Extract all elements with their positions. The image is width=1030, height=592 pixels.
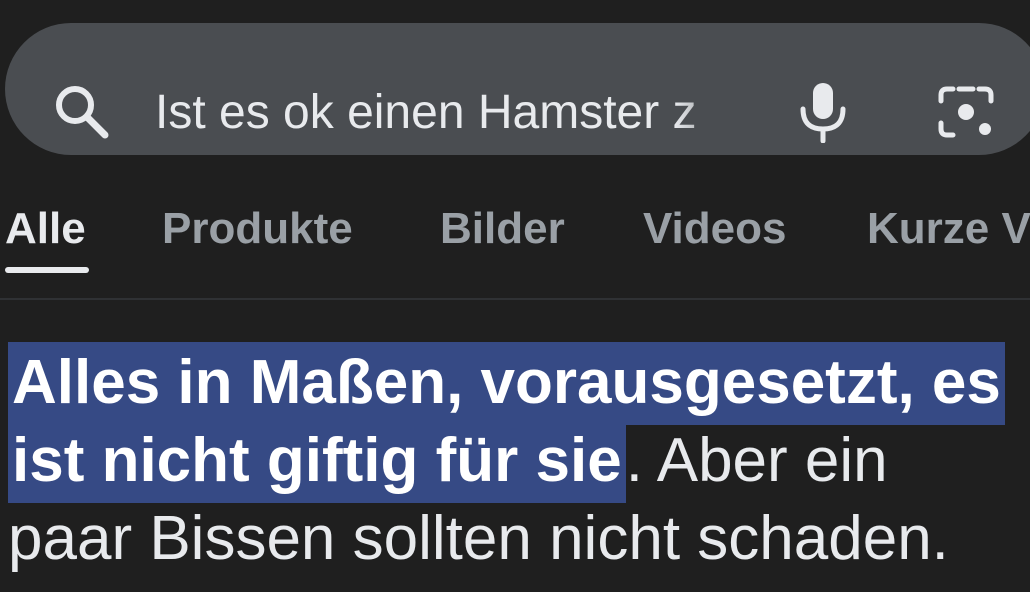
camera-lens-icon[interactable] — [935, 83, 997, 141]
search-input[interactable]: Ist es ok einen Hamster z — [155, 83, 751, 143]
tab-products[interactable]: Produkte — [162, 203, 353, 255]
search-icon[interactable] — [53, 83, 111, 141]
tab-images[interactable]: Bilder — [440, 203, 565, 255]
mic-icon[interactable] — [797, 79, 849, 143]
tab-videos[interactable]: Videos — [643, 203, 786, 255]
search-tabs: Alle Produkte Bilder Videos Kurze V — [0, 195, 1030, 275]
featured-answer: Alles in Maßen, vorausgesetzt, es ist ni… — [8, 342, 1028, 578]
tab-short-videos[interactable]: Kurze V — [867, 203, 1030, 255]
tab-all[interactable]: Alle — [5, 203, 86, 255]
search-bar[interactable]: Ist es ok einen Hamster z — [5, 23, 1030, 155]
active-tab-indicator — [5, 267, 89, 273]
divider — [0, 298, 1030, 300]
